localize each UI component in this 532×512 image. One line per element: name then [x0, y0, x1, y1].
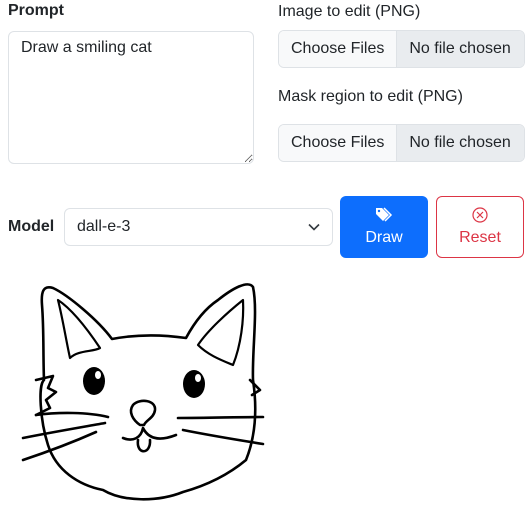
mask-file-input[interactable]: Choose Files No file chosen: [278, 124, 525, 162]
reset-label: Reset: [459, 229, 501, 246]
model-selected: dall-e-3: [77, 218, 131, 235]
model-select[interactable]: dall-e-3: [64, 208, 333, 246]
prompt-label: Prompt: [8, 2, 64, 19]
image-input-label: Image to edit (PNG): [278, 3, 421, 20]
choose-files-button[interactable]: Choose Files: [279, 125, 398, 161]
draw-label: Draw: [365, 229, 403, 246]
file-status: No file chosen: [397, 31, 524, 67]
draw-button[interactable]: Draw: [340, 196, 428, 258]
generated-cat-image: [21, 283, 265, 501]
choose-files-button[interactable]: Choose Files: [279, 31, 398, 67]
prompt-input[interactable]: Draw a smiling cat: [8, 31, 254, 164]
chevron-down-icon: [308, 223, 320, 231]
file-status: No file chosen: [397, 125, 524, 161]
x-circle-icon: [472, 207, 488, 223]
mask-input-label: Mask region to edit (PNG): [278, 88, 463, 105]
model-label: Model: [8, 218, 55, 235]
image-file-input[interactable]: Choose Files No file chosen: [278, 30, 525, 68]
reset-button[interactable]: Reset: [436, 196, 524, 258]
tags-icon: [376, 207, 393, 222]
